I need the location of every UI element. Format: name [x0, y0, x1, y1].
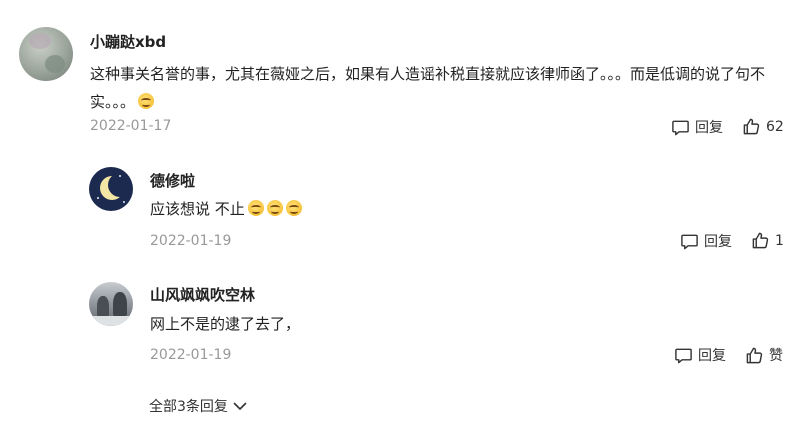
avatar-pattern: [45, 55, 65, 73]
avatar-pattern: [97, 296, 109, 318]
expand-replies-button[interactable]: 全部3条回复: [149, 396, 247, 416]
thumbs-up-icon: [752, 232, 769, 249]
reply-label: 回复: [695, 120, 723, 136]
comment-date: 2022-01-17: [90, 118, 172, 134]
like-count: 62: [766, 118, 784, 135]
comment-text: 这种事关名誉的事，尤其在薇娅之后，如果有人造谣补税直接就应该律师函了。。。而是低…: [90, 60, 790, 116]
reply-text: 网上不是的逮了去了，: [150, 310, 750, 338]
comment-icon: [672, 120, 689, 135]
like-button[interactable]: 62: [742, 117, 784, 136]
reply-label: 回复: [704, 234, 732, 250]
expand-replies-label: 全部3条回复: [149, 399, 228, 415]
reply-button[interactable]: 回复: [674, 345, 726, 365]
smile-emoji-icon: [285, 200, 302, 216]
reply-text: 应该想说 不止: [150, 195, 750, 223]
avatar-pattern: [29, 33, 51, 49]
avatar-pattern: [89, 316, 133, 326]
avatar-pattern: [97, 197, 99, 199]
comment-icon: [675, 348, 692, 363]
thumbs-up-icon: [743, 118, 760, 135]
avatar-pattern: [123, 201, 125, 203]
smile-emoji-icon: [266, 200, 283, 216]
reply-button[interactable]: 回复: [680, 231, 732, 251]
like-button[interactable]: 赞: [745, 345, 783, 365]
reply-text-body: 应该想说 不止: [150, 200, 245, 218]
like-button[interactable]: 1: [751, 231, 784, 250]
chevron-down-icon: [233, 402, 247, 410]
reply-text-body: 网上不是的逮了去了，: [150, 315, 301, 333]
comment-username[interactable]: 小蹦跶xbd: [90, 31, 166, 52]
avatar-pattern: [119, 175, 121, 177]
reply-date: 2022-01-19: [150, 347, 232, 363]
like-label: 赞: [769, 348, 783, 364]
like-count: 1: [775, 232, 784, 249]
avatar[interactable]: [19, 27, 73, 81]
smile-emoji-icon: [138, 93, 155, 109]
comment-text-body: 这种事关名誉的事，尤其在薇娅之后，如果有人造谣补税直接就应该律师函了。。。而是低…: [90, 65, 766, 111]
reply-username[interactable]: 山风飒飒吹空林: [150, 284, 255, 305]
avatar[interactable]: [89, 167, 133, 211]
avatar[interactable]: [89, 282, 133, 326]
thumbs-up-icon: [746, 347, 763, 363]
avatar-pattern: [113, 292, 127, 318]
reply-username[interactable]: 德修啦: [150, 170, 195, 191]
smile-emoji-icon: [247, 200, 264, 216]
reply-button[interactable]: 回复: [671, 117, 723, 137]
reply-label: 回复: [698, 348, 726, 364]
reply-date: 2022-01-19: [150, 233, 232, 249]
comment-icon: [681, 234, 698, 249]
